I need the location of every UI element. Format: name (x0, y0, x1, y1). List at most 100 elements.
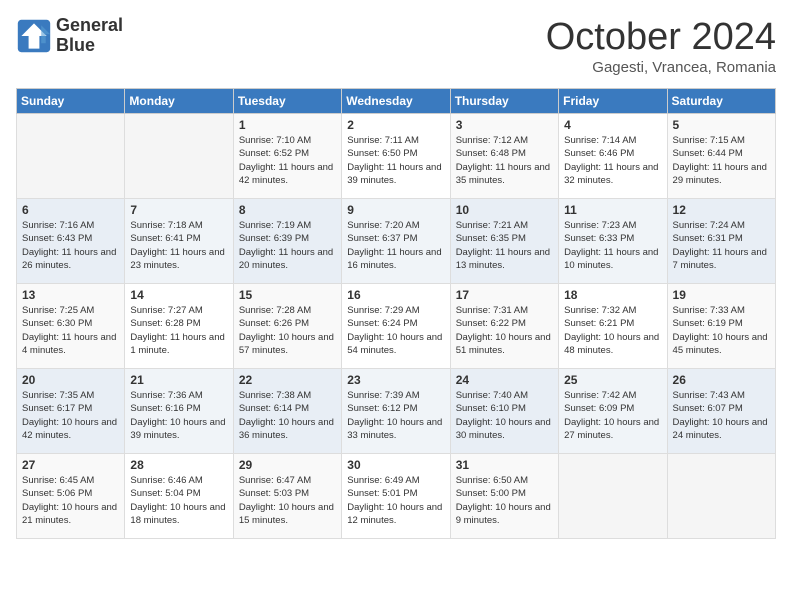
calendar-cell: 26Sunrise: 7:43 AMSunset: 6:07 PMDayligh… (667, 369, 775, 454)
day-number: 3 (456, 118, 553, 132)
day-info: Sunrise: 7:42 AMSunset: 6:09 PMDaylight:… (564, 389, 661, 442)
day-info: Sunrise: 7:23 AMSunset: 6:33 PMDaylight:… (564, 219, 661, 272)
calendar-cell: 29Sunrise: 6:47 AMSunset: 5:03 PMDayligh… (233, 454, 341, 539)
day-info: Sunrise: 7:27 AMSunset: 6:28 PMDaylight:… (130, 304, 227, 357)
calendar-cell: 3 Sunrise: 7:12 AMSunset: 6:48 PMDaylight… (450, 114, 558, 199)
calendar-cell: 15 Sunrise: 7:28 AMSunset: 6:26 PMDayligh… (233, 284, 341, 369)
day-info: Sunrise: 7:32 AMSunset: 6:21 PMDaylight:… (564, 304, 661, 357)
day-header-wednesday: Wednesday (342, 89, 450, 114)
day-header-monday: Monday (125, 89, 233, 114)
day-info: Sunrise: 7:28 AMSunset: 6:26 PMDaylight:… (239, 304, 336, 357)
logo: General Blue (16, 16, 123, 56)
day-info: Sunrise: 7:20 AMSunset: 6:37 PMDaylight:… (347, 219, 444, 272)
week-row-3: 20 Sunrise: 7:35 AMSunset: 6:17 PMDayligh… (17, 369, 776, 454)
day-info: Sunrise: 7:25 AMSunset: 6:30 PMDaylight:… (22, 304, 119, 357)
calendar-header-row: SundayMondayTuesdayWednesdayThursdayFrid… (17, 89, 776, 114)
day-info: Sunrise: 7:43 AMSunset: 6:07 PMDaylight:… (673, 389, 770, 442)
day-number: 5 (673, 118, 770, 132)
day-number: 10 (456, 203, 553, 217)
week-row-0: 1 Sunrise: 7:10 AMSunset: 6:52 PMDaylight… (17, 114, 776, 199)
day-info: Sunrise: 7:12 AMSunset: 6:48 PMDaylight:… (456, 134, 553, 187)
calendar-cell: 17 Sunrise: 7:31 AMSunset: 6:22 PMDayligh… (450, 284, 558, 369)
calendar-cell: 19 Sunrise: 7:33 AMSunset: 6:19 PMDayligh… (667, 284, 775, 369)
day-info: Sunrise: 7:21 AMSunset: 6:35 PMDaylight:… (456, 219, 553, 272)
day-info: Sunrise: 7:18 AMSunset: 6:41 PMDaylight:… (130, 219, 227, 272)
location-title: Gagesti, Vrancea, Romania (546, 59, 776, 76)
day-number: 21 (130, 373, 227, 387)
calendar-cell: 4 Sunrise: 7:14 AMSunset: 6:46 PMDaylight… (559, 114, 667, 199)
calendar-cell: 24Sunrise: 7:40 AMSunset: 6:10 PMDayligh… (450, 369, 558, 454)
day-header-sunday: Sunday (17, 89, 125, 114)
day-header-friday: Friday (559, 89, 667, 114)
day-info: Sunrise: 7:33 AMSunset: 6:19 PMDaylight:… (673, 304, 770, 357)
day-info: Sunrise: 7:14 AMSunset: 6:46 PMDaylight:… (564, 134, 661, 187)
week-row-4: 27Sunrise: 6:45 AMSunset: 5:06 PMDayligh… (17, 454, 776, 539)
calendar-cell (125, 114, 233, 199)
calendar-cell (17, 114, 125, 199)
calendar-cell: 8Sunrise: 7:19 AMSunset: 6:39 PMDaylight… (233, 199, 341, 284)
day-number: 2 (347, 118, 444, 132)
calendar-cell (667, 454, 775, 539)
day-number: 16 (347, 288, 444, 302)
day-header-saturday: Saturday (667, 89, 775, 114)
week-row-2: 13 Sunrise: 7:25 AMSunset: 6:30 PMDayligh… (17, 284, 776, 369)
day-info: Sunrise: 7:15 AMSunset: 6:44 PMDaylight:… (673, 134, 770, 187)
day-number: 1 (239, 118, 336, 132)
calendar-cell: 16 Sunrise: 7:29 AMSunset: 6:24 PMDayligh… (342, 284, 450, 369)
calendar-cell: 20 Sunrise: 7:35 AMSunset: 6:17 PMDayligh… (17, 369, 125, 454)
day-header-tuesday: Tuesday (233, 89, 341, 114)
calendar-cell: 18Sunrise: 7:32 AMSunset: 6:21 PMDayligh… (559, 284, 667, 369)
day-number: 28 (130, 458, 227, 472)
day-info: Sunrise: 7:38 AMSunset: 6:14 PMDaylight:… (239, 389, 336, 442)
header: General Blue October 2024 Gagesti, Vranc… (16, 16, 776, 76)
calendar-cell: 28 Sunrise: 6:46 AMSunset: 5:04 PMDayligh… (125, 454, 233, 539)
calendar-cell: 23 Sunrise: 7:39 AMSunset: 6:12 PMDayligh… (342, 369, 450, 454)
calendar-cell: 9 Sunrise: 7:20 AMSunset: 6:37 PMDaylight… (342, 199, 450, 284)
day-number: 14 (130, 288, 227, 302)
day-number: 6 (22, 203, 119, 217)
day-info: Sunrise: 6:50 AMSunset: 5:00 PMDaylight:… (456, 474, 553, 527)
day-number: 8 (239, 203, 336, 217)
day-info: Sunrise: 7:35 AMSunset: 6:17 PMDaylight:… (22, 389, 119, 442)
calendar-cell: 1 Sunrise: 7:10 AMSunset: 6:52 PMDaylight… (233, 114, 341, 199)
day-number: 22 (239, 373, 336, 387)
week-row-1: 6 Sunrise: 7:16 AMSunset: 6:43 PMDaylight… (17, 199, 776, 284)
day-number: 19 (673, 288, 770, 302)
calendar-cell: 27Sunrise: 6:45 AMSunset: 5:06 PMDayligh… (17, 454, 125, 539)
calendar-cell: 2 Sunrise: 7:11 AMSunset: 6:50 PMDaylight… (342, 114, 450, 199)
day-number: 13 (22, 288, 119, 302)
day-info: Sunrise: 7:10 AMSunset: 6:52 PMDaylight:… (239, 134, 336, 187)
day-number: 20 (22, 373, 119, 387)
day-number: 15 (239, 288, 336, 302)
title-area: October 2024 Gagesti, Vrancea, Romania (546, 16, 776, 76)
day-info: Sunrise: 7:24 AMSunset: 6:31 PMDaylight:… (673, 219, 770, 272)
day-number: 17 (456, 288, 553, 302)
day-info: Sunrise: 7:29 AMSunset: 6:24 PMDaylight:… (347, 304, 444, 357)
day-info: Sunrise: 7:39 AMSunset: 6:12 PMDaylight:… (347, 389, 444, 442)
calendar-cell: 6 Sunrise: 7:16 AMSunset: 6:43 PMDaylight… (17, 199, 125, 284)
day-info: Sunrise: 7:16 AMSunset: 6:43 PMDaylight:… (22, 219, 119, 272)
day-info: Sunrise: 6:49 AMSunset: 5:01 PMDaylight:… (347, 474, 444, 527)
calendar-table: SundayMondayTuesdayWednesdayThursdayFrid… (16, 88, 776, 539)
day-info: Sunrise: 7:36 AMSunset: 6:16 PMDaylight:… (130, 389, 227, 442)
day-number: 9 (347, 203, 444, 217)
logo-icon (16, 18, 52, 54)
calendar-cell: 14 Sunrise: 7:27 AMSunset: 6:28 PMDayligh… (125, 284, 233, 369)
day-number: 30 (347, 458, 444, 472)
day-number: 25 (564, 373, 661, 387)
month-title: October 2024 (546, 16, 776, 59)
calendar-cell (559, 454, 667, 539)
calendar-cell: 10 Sunrise: 7:21 AMSunset: 6:35 PMDayligh… (450, 199, 558, 284)
calendar-cell: 25 Sunrise: 7:42 AMSunset: 6:09 PMDayligh… (559, 369, 667, 454)
calendar-body: 1 Sunrise: 7:10 AMSunset: 6:52 PMDaylight… (17, 114, 776, 539)
day-number: 4 (564, 118, 661, 132)
day-info: Sunrise: 6:46 AMSunset: 5:04 PMDaylight:… (130, 474, 227, 527)
day-info: Sunrise: 7:11 AMSunset: 6:50 PMDaylight:… (347, 134, 444, 187)
day-info: Sunrise: 7:31 AMSunset: 6:22 PMDaylight:… (456, 304, 553, 357)
calendar-cell: 5 Sunrise: 7:15 AMSunset: 6:44 PMDaylight… (667, 114, 775, 199)
day-header-thursday: Thursday (450, 89, 558, 114)
day-number: 11 (564, 203, 661, 217)
day-number: 23 (347, 373, 444, 387)
day-number: 24 (456, 373, 553, 387)
day-info: Sunrise: 6:47 AMSunset: 5:03 PMDaylight:… (239, 474, 336, 527)
